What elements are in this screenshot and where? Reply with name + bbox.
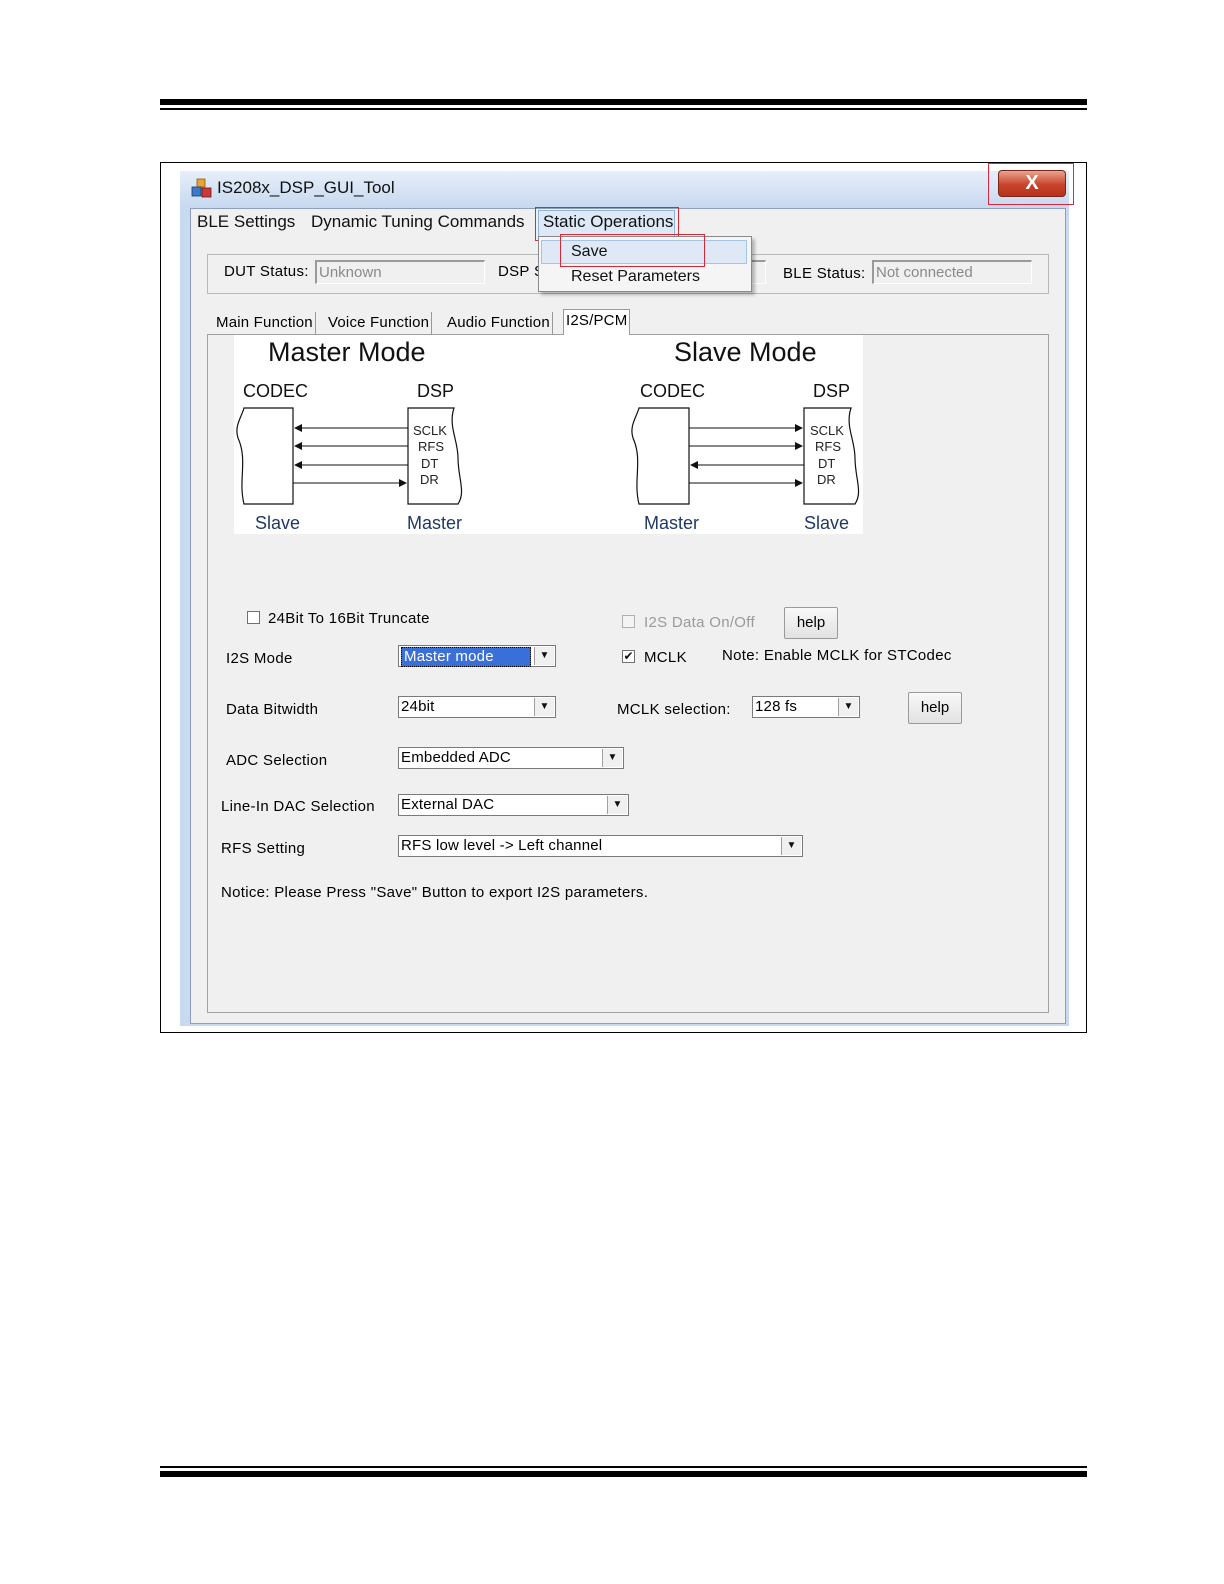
- menu-ble-settings[interactable]: BLE Settings: [197, 212, 295, 232]
- help-button-mclk[interactable]: help: [908, 692, 962, 724]
- master-codec-label: CODEC: [243, 381, 309, 401]
- master-signal-rfs: RFS: [418, 439, 444, 454]
- chevron-down-icon[interactable]: ▼: [602, 749, 622, 767]
- rfs-setting-select[interactable]: RFS low level -> Left channel ▼: [398, 835, 803, 857]
- mclk-selection-value: 128 fs: [755, 698, 798, 715]
- i2s-mode-label: I2S Mode: [226, 650, 293, 667]
- menu-item-reset-parameters[interactable]: Reset Parameters: [571, 268, 700, 286]
- mclk-note: Note: Enable MCLK for STCodec: [722, 647, 952, 664]
- header-rule-thick: [160, 99, 1087, 105]
- master-signal-dr: DR: [420, 472, 439, 487]
- mclk-label: MCLK: [644, 649, 687, 666]
- slave-mode-title: Slave Mode: [674, 337, 817, 367]
- master-mode-title: Master Mode: [268, 337, 426, 367]
- data-bitwidth-select[interactable]: 24bit ▼: [398, 696, 556, 718]
- data-bitwidth-value: 24bit: [401, 698, 435, 715]
- slave-codec-role: Master: [644, 513, 700, 533]
- line-in-dac-select[interactable]: External DAC ▼: [398, 794, 629, 816]
- i2s-mode-select[interactable]: Master mode ▼: [398, 645, 556, 667]
- dut-status-field: Unknown: [315, 260, 485, 284]
- master-codec-role: Slave: [255, 513, 301, 533]
- slave-codec-label: CODEC: [640, 381, 706, 401]
- tab-main-function[interactable]: Main Function: [214, 312, 316, 334]
- footer-rule-thick: [160, 1471, 1087, 1477]
- slave-dsp-role: Slave: [804, 513, 850, 533]
- line-in-dac-label: Line-In DAC Selection: [221, 798, 375, 815]
- adc-selection-value: Embedded ADC: [401, 749, 511, 766]
- master-dsp-role: Master: [407, 513, 463, 533]
- tab-audio-function[interactable]: Audio Function: [445, 312, 553, 334]
- save-notice: Notice: Please Press "Save" Button to ex…: [221, 884, 649, 901]
- ble-status-field: Not connected: [872, 260, 1032, 284]
- truncate-label: 24Bit To 16Bit Truncate: [268, 610, 430, 627]
- signal-diagram: [236, 407, 860, 505]
- rfs-setting-value: RFS low level -> Left channel: [401, 837, 603, 854]
- slave-signal-dr: DR: [817, 472, 836, 487]
- chevron-down-icon[interactable]: ▼: [534, 698, 554, 716]
- close-highlight-box: [988, 163, 1074, 205]
- slave-dsp-label: DSP: [813, 381, 851, 401]
- dsp-status-field: [750, 260, 766, 284]
- tab-voice-function[interactable]: Voice Function: [326, 312, 433, 334]
- slave-signal-rfs: RFS: [815, 439, 841, 454]
- help-button-i2s-data[interactable]: help: [784, 607, 838, 639]
- mclk-checkbox[interactable]: ✔: [622, 650, 635, 663]
- ble-status-label: BLE Status:: [783, 265, 866, 282]
- i2s-data-label: I2S Data On/Off: [644, 614, 755, 631]
- app-icon: [191, 178, 212, 198]
- save-highlight-box: [560, 234, 705, 267]
- slave-signal-dt: DT: [818, 456, 836, 471]
- master-signal-dt: DT: [421, 456, 439, 471]
- slave-signal-sclk: SCLK: [810, 423, 844, 438]
- mclk-selection-select[interactable]: 128 fs ▼: [752, 696, 860, 718]
- chevron-down-icon[interactable]: ▼: [607, 796, 627, 814]
- header-rule-thin: [160, 108, 1087, 110]
- i2s-mode-value: Master mode: [401, 647, 531, 667]
- chevron-down-icon[interactable]: ▼: [781, 837, 801, 855]
- menu-dynamic-tuning-commands[interactable]: Dynamic Tuning Commands: [311, 212, 525, 232]
- window-title: IS208x_DSP_GUI_Tool: [217, 178, 395, 197]
- chevron-down-icon[interactable]: ▼: [838, 698, 858, 716]
- master-dsp-label: DSP: [417, 381, 455, 401]
- line-in-dac-value: External DAC: [401, 796, 495, 813]
- rfs-setting-label: RFS Setting: [221, 840, 306, 857]
- data-bitwidth-label: Data Bitwidth: [226, 701, 319, 718]
- adc-selection-select[interactable]: Embedded ADC ▼: [398, 747, 624, 769]
- i2s-data-checkbox[interactable]: [622, 615, 635, 628]
- master-signal-sclk: SCLK: [413, 423, 447, 438]
- truncate-checkbox[interactable]: [247, 611, 260, 624]
- footer-rule-thin: [160, 1466, 1087, 1468]
- mclk-selection-label: MCLK selection:: [617, 701, 731, 718]
- dut-status-label: DUT Status:: [224, 263, 309, 280]
- adc-selection-label: ADC Selection: [226, 752, 328, 769]
- tab-i2s-pcm[interactable]: I2S/PCM: [563, 309, 631, 335]
- chevron-down-icon[interactable]: ▼: [534, 647, 554, 665]
